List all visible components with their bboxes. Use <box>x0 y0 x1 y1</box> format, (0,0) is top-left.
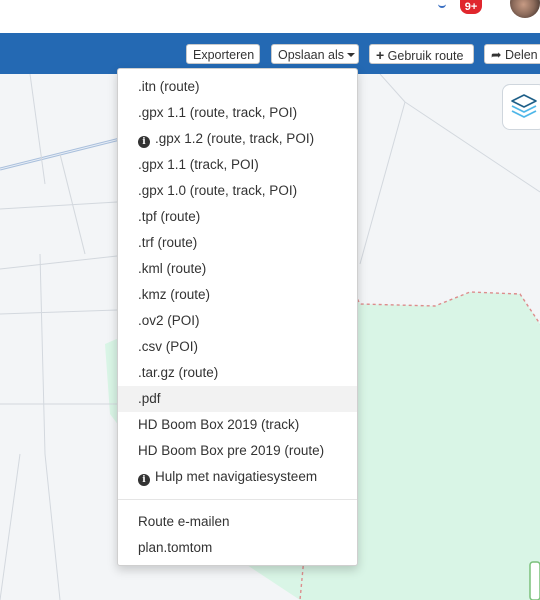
menu-item-gpx11-track-poi[interactable]: .gpx 1.1 (track, POI) <box>118 152 357 178</box>
save-as-menu: .itn (route) .gpx 1.1 (route, track, POI… <box>117 68 358 566</box>
menu-item-kml-route[interactable]: .kml (route) <box>118 256 357 282</box>
save-as-dropdown-button[interactable]: Opslaan als <box>271 44 359 64</box>
info-icon: i <box>138 136 150 148</box>
save-as-label: Opslaan als <box>278 48 345 62</box>
notification-badge[interactable]: 9+ <box>460 0 482 14</box>
menu-item-label: .csv (POI) <box>138 339 198 354</box>
info-icon: i <box>138 474 150 486</box>
share-label: Delen <box>504 48 538 62</box>
menu-item-ov2-poi[interactable]: .ov2 (POI) <box>118 308 357 334</box>
menu-item-label: .tpf (route) <box>138 209 201 224</box>
menu-item-label: .gpx 1.1 (route, track, POI) <box>138 105 298 120</box>
export-label: Exporteren <box>193 48 255 62</box>
menu-item-label: .itn (route) <box>138 79 200 94</box>
use-route-label: Gebruik route <box>387 49 464 63</box>
avatar[interactable] <box>510 0 540 18</box>
menu-item-label: .kmz (route) <box>138 287 211 302</box>
menu-item-label: .tar.gz (route) <box>138 365 219 380</box>
search-icon[interactable] <box>438 0 446 8</box>
menu-item-label: .trf (route) <box>138 235 198 250</box>
use-route-button[interactable]: + Gebruik route <box>369 44 474 64</box>
menu-item-label: plan.tomtom <box>138 540 213 555</box>
map-layers-button[interactable] <box>502 84 540 130</box>
menu-item-label: .gpx 1.1 (track, POI) <box>138 157 259 172</box>
menu-item-label: .pdf <box>138 391 161 406</box>
menu-item-gpx11-route-track-poi[interactable]: .gpx 1.1 (route, track, POI) <box>118 100 357 126</box>
menu-item-label: .kml (route) <box>138 261 207 276</box>
share-button[interactable]: ➦ Delen <box>484 44 540 64</box>
export-button[interactable]: Exporteren <box>186 44 260 64</box>
menu-item-label: Hulp met navigatiesysteem <box>155 469 318 484</box>
menu-item-label: HD Boom Box pre 2019 (route) <box>138 443 325 458</box>
menu-item-csv-poi[interactable]: .csv (POI) <box>118 334 357 360</box>
menu-item-kmz-route[interactable]: .kmz (route) <box>118 282 357 308</box>
menu-divider <box>118 499 357 500</box>
menu-item-label: Route e-mailen <box>138 514 230 529</box>
menu-item-label: .gpx 1.0 (route, track, POI) <box>138 183 298 198</box>
menu-item-pdf[interactable]: .pdf <box>118 386 357 412</box>
menu-item-label: HD Boom Box 2019 (track) <box>138 417 300 432</box>
menu-item-targz-route[interactable]: .tar.gz (route) <box>118 360 357 386</box>
plus-icon: + <box>376 47 385 63</box>
menu-item-email-route[interactable]: Route e-mailen <box>118 509 357 535</box>
menu-item-gpx10-route-track-poi[interactable]: .gpx 1.0 (route, track, POI) <box>118 178 357 204</box>
share-icon: ➦ <box>491 48 502 62</box>
menu-item-trf-route[interactable]: .trf (route) <box>118 230 357 256</box>
menu-item-hd-boombox-2019[interactable]: HD Boom Box 2019 (track) <box>118 412 357 438</box>
menu-item-navigation-help[interactable]: i Hulp met navigatiesysteem <box>118 464 357 490</box>
menu-item-tpf-route[interactable]: .tpf (route) <box>118 204 357 230</box>
layers-icon <box>511 94 537 118</box>
menu-item-label: .gpx 1.2 (route, track, POI) <box>155 131 315 146</box>
menu-item-gpx12-route-track-poi[interactable]: i .gpx 1.2 (route, track, POI) <box>118 126 357 152</box>
menu-item-label: .ov2 (POI) <box>138 313 200 328</box>
menu-item-hd-boombox-pre-2019[interactable]: HD Boom Box pre 2019 (route) <box>118 438 357 464</box>
top-header: 9+ <box>0 0 540 33</box>
menu-item-plan-tomtom[interactable]: plan.tomtom <box>118 535 357 561</box>
menu-item-itn-route[interactable]: .itn (route) <box>118 74 357 100</box>
caret-down-icon <box>347 53 356 57</box>
